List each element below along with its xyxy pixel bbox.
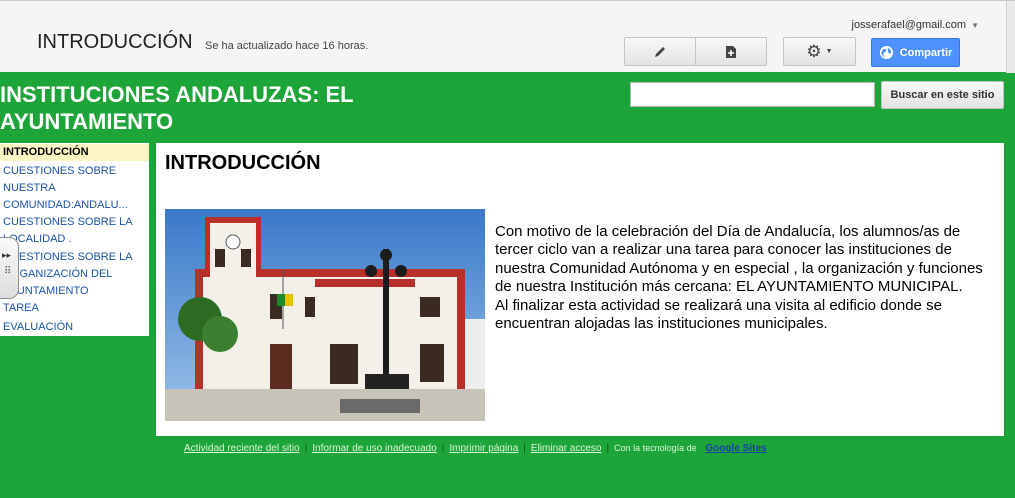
expand-arrows-icon: ▸▸	[2, 250, 12, 260]
new-page-icon	[726, 45, 736, 58]
pencil-icon	[655, 46, 665, 57]
footer-link-remove-access[interactable]: Eliminar acceso	[531, 443, 602, 454]
site-title[interactable]: INSTITUCIONES ANDALUZAS: EL AYUNTAMIENTO	[0, 81, 460, 135]
sidebar-item-introduccion[interactable]: INTRODUCCIÓN	[0, 144, 149, 161]
share-button[interactable]: Compartir	[871, 38, 960, 67]
town-hall-photo	[165, 209, 485, 421]
sidebar-item-organizacion[interactable]: CUESTIONES SOBRE LA ORGANIZACIÓN DEL AYU…	[3, 249, 147, 300]
last-updated-text: Se ha actualizado hace 16 horas.	[205, 40, 369, 52]
side-panel-handle[interactable]: ▸▸ ⠿	[0, 237, 19, 299]
share-label: Compartir	[899, 46, 953, 59]
footer-link-report-abuse[interactable]: Informar de uso inadecuado	[312, 443, 437, 454]
sidebar-item-evaluacion[interactable]: EVALUACIÓN	[3, 319, 73, 336]
sidebar-item-comunidad[interactable]: CUESTIONES SOBRE NUESTRA COMUNIDAD:ANDAL…	[3, 163, 147, 214]
globe-icon	[879, 45, 893, 60]
top-toolbar: INTRODUCCIÓN Se ha actualizado hace 16 h…	[0, 0, 1015, 73]
chevron-down-icon: ▼	[825, 48, 833, 55]
intro-paragraph-2: Al finalizar esta actividad se realizará…	[495, 296, 942, 333]
gear-icon: ⚙	[806, 41, 822, 61]
intro-text: Con motivo de la celebración del Día de …	[495, 223, 995, 333]
more-actions-button[interactable]: ⚙ ▼	[783, 37, 856, 66]
intro-paragraph-1: Con motivo de la celebración del Día de …	[495, 223, 983, 296]
search-site-button[interactable]: Buscar en este sitio	[881, 81, 1004, 109]
footer-link-recent-activity[interactable]: Actividad reciente del sitio	[184, 443, 300, 454]
user-email[interactable]: josserafael@gmail.com	[852, 19, 967, 31]
footer-link-print-page[interactable]: Imprimir página	[449, 443, 518, 454]
new-page-button[interactable]	[695, 37, 767, 66]
sidebar-item-tarea[interactable]: TAREA	[3, 300, 39, 317]
powered-by-text: Con la tecnología de	[614, 443, 697, 453]
window-scroll-edge	[1006, 1, 1015, 73]
google-sites-link[interactable]: Google Sites	[705, 443, 766, 454]
page-title: INTRODUCCIÓN	[37, 31, 193, 53]
site-search-input[interactable]	[630, 82, 875, 107]
edit-page-button[interactable]	[624, 37, 696, 66]
site-footer: Actividad reciente del sitio | Informar de…	[184, 443, 767, 454]
content-title: INTRODUCCIÓN	[165, 152, 321, 174]
grid-icon: ⠿	[4, 266, 12, 277]
account-caret-icon[interactable]: ▼	[971, 21, 979, 30]
sidebar-item-localidad[interactable]: CUESTIONES SOBRE LA LOCALIDAD .	[3, 214, 147, 248]
